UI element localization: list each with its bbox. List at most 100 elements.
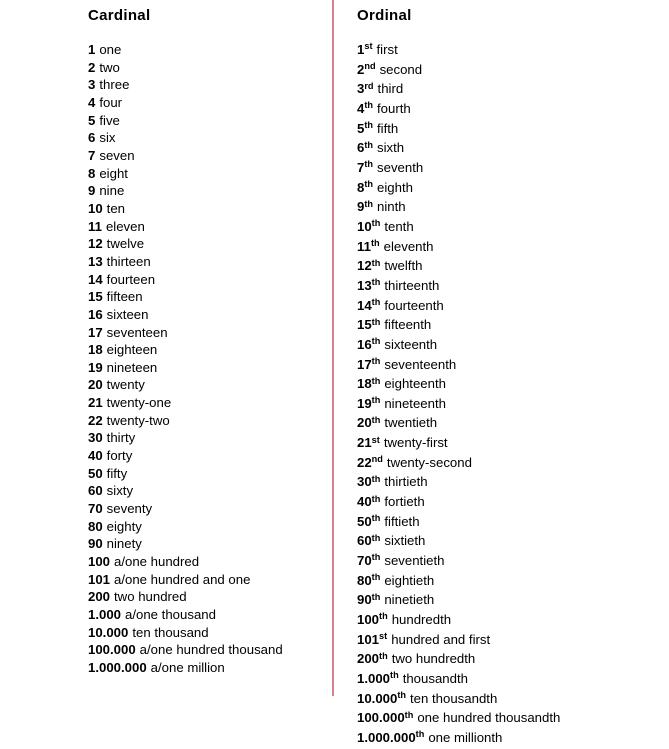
entry-word: a/one million	[150, 659, 225, 675]
entry-figure: 90	[357, 592, 372, 608]
number-entry-row: 12th twelfth	[357, 257, 657, 277]
number-entry-row: 14th fourteenth	[357, 297, 657, 317]
entry-ordinal-suffix: th	[390, 670, 399, 681]
entry-word: sixty	[106, 483, 134, 499]
entry-word: twelfth	[384, 258, 423, 274]
number-entry-row: 6th sixth	[357, 139, 657, 159]
entry-word: hundred and first	[391, 631, 491, 647]
entry-word: fourth	[377, 100, 411, 116]
number-entry-row: 80 eighty	[88, 518, 324, 536]
cardinal-column-heading: Cardinal	[88, 7, 151, 24]
number-entry-row: 40th fortieth	[357, 493, 657, 513]
entry-word: ninth	[377, 199, 406, 215]
entry-figure: 100	[357, 612, 380, 628]
entry-word: ten thousandth	[410, 690, 498, 706]
entry-word: three	[99, 77, 130, 93]
entry-word: nineteenth	[384, 395, 446, 411]
entry-figure: 80	[88, 518, 103, 534]
entry-ordinal-suffix: th	[371, 257, 381, 268]
entry-word: twenty-two	[106, 412, 170, 428]
entry-word: fifteenth	[384, 317, 432, 333]
entry-ordinal-suffix: nd	[371, 454, 383, 465]
entry-word: eighty	[106, 518, 142, 534]
number-entry-row: 17th seventeenth	[357, 356, 657, 376]
entry-word: two hundredth	[391, 651, 476, 667]
entry-word: a/one thousand	[125, 607, 216, 622]
number-entry-row: 21st twenty-first	[357, 434, 657, 454]
entry-ordinal-suffix: th	[364, 198, 374, 209]
entry-word: seventeenth	[384, 356, 457, 372]
entry-figure: 18	[88, 342, 103, 358]
number-entry-row: 20 twenty	[88, 376, 324, 394]
number-entry-row: 6 six	[88, 129, 324, 147]
number-entry-row: 2 two	[88, 59, 324, 77]
entry-word: forty	[106, 448, 133, 464]
entry-figure: 19	[88, 359, 103, 375]
entry-word: thousandth	[402, 671, 468, 686]
entry-word: fifty	[106, 465, 128, 481]
cardinal-column: Cardinal 1 one 2 two 3 three 4 four 5 five 6 six 7 se…	[88, 0, 324, 677]
entry-ordinal-suffix: th	[364, 120, 374, 131]
entry-figure: 17	[88, 324, 103, 340]
number-entry-row: 9 nine	[88, 182, 324, 200]
number-entry-row: 80th eightieth	[357, 572, 657, 592]
number-entry-row: 7th seventh	[357, 159, 657, 179]
number-entry-row: 3 three	[88, 76, 324, 94]
entry-figure: 13	[357, 277, 372, 293]
entry-word: fifteen	[106, 289, 143, 305]
number-entry-row: 100th hundredth	[357, 611, 657, 631]
entry-figure: 200	[357, 651, 380, 667]
number-entry-row: 101 a/one hundred and one	[88, 571, 324, 589]
number-entry-row: 1 one	[88, 41, 324, 59]
entry-figure: 12	[88, 236, 103, 252]
entry-word: four	[99, 94, 123, 110]
entry-ordinal-suffix: th	[371, 493, 381, 504]
entry-figure: 1.000	[88, 607, 122, 622]
entry-word: thirteenth	[384, 277, 440, 293]
entry-figure: 50	[88, 465, 103, 481]
entry-ordinal-suffix: th	[364, 179, 374, 189]
entry-figure: 60	[357, 533, 372, 549]
number-entry-row: 19th nineteenth	[357, 395, 657, 415]
entry-figure: 22	[88, 412, 103, 428]
entry-word: fourteen	[106, 271, 156, 287]
entry-ordinal-suffix: rd	[364, 80, 374, 91]
entry-word: eightieth	[384, 572, 435, 588]
entry-figure: 80	[357, 572, 372, 588]
entry-word: ninetieth	[384, 592, 435, 608]
number-entry-row: 8th eighth	[357, 179, 657, 199]
entry-figure: 101	[357, 631, 380, 647]
entry-ordinal-suffix: st	[364, 41, 373, 52]
number-entry-row: 100 a/one hundred	[88, 553, 324, 571]
entry-ordinal-suffix: th	[379, 611, 388, 622]
entry-word: tenth	[384, 218, 414, 234]
entry-ordinal-suffix: th	[371, 473, 381, 484]
entry-word: seventieth	[384, 553, 445, 569]
entry-figure: 90	[88, 536, 103, 552]
entry-word: twenty	[106, 377, 145, 393]
entry-word: seventy	[106, 501, 153, 517]
entry-ordinal-suffix: th	[371, 591, 381, 602]
number-entry-row: 70 seventy	[88, 500, 324, 518]
number-entry-row: 4 four	[88, 94, 324, 112]
entry-ordinal-suffix: th	[371, 395, 381, 406]
entry-word: nineteen	[106, 359, 158, 375]
entry-figure: 200	[88, 589, 111, 605]
entry-word: two hundred	[114, 589, 187, 605]
entry-word: thirty	[106, 430, 136, 446]
entry-word: fiftieth	[384, 513, 420, 529]
entry-ordinal-suffix: th	[371, 316, 381, 327]
number-entry-row: 50 fifty	[88, 465, 324, 483]
entry-figure: 21	[88, 395, 103, 411]
number-entry-row: 15 fifteen	[88, 288, 324, 306]
entry-word: two	[99, 59, 120, 75]
number-entry-row: 10 ten	[88, 200, 324, 218]
entry-word: first	[376, 42, 398, 57]
entry-figure: 10.000	[88, 624, 129, 640]
entry-word: sixteenth	[384, 336, 438, 352]
number-entry-row: 1.000.000th one millionth	[357, 729, 657, 749]
number-entry-row: 70th seventieth	[357, 552, 657, 572]
entry-word: thirteen	[106, 253, 151, 269]
entry-word: one hundred thousandth	[417, 710, 561, 726]
entry-figure: 1.000.000	[357, 729, 416, 745]
